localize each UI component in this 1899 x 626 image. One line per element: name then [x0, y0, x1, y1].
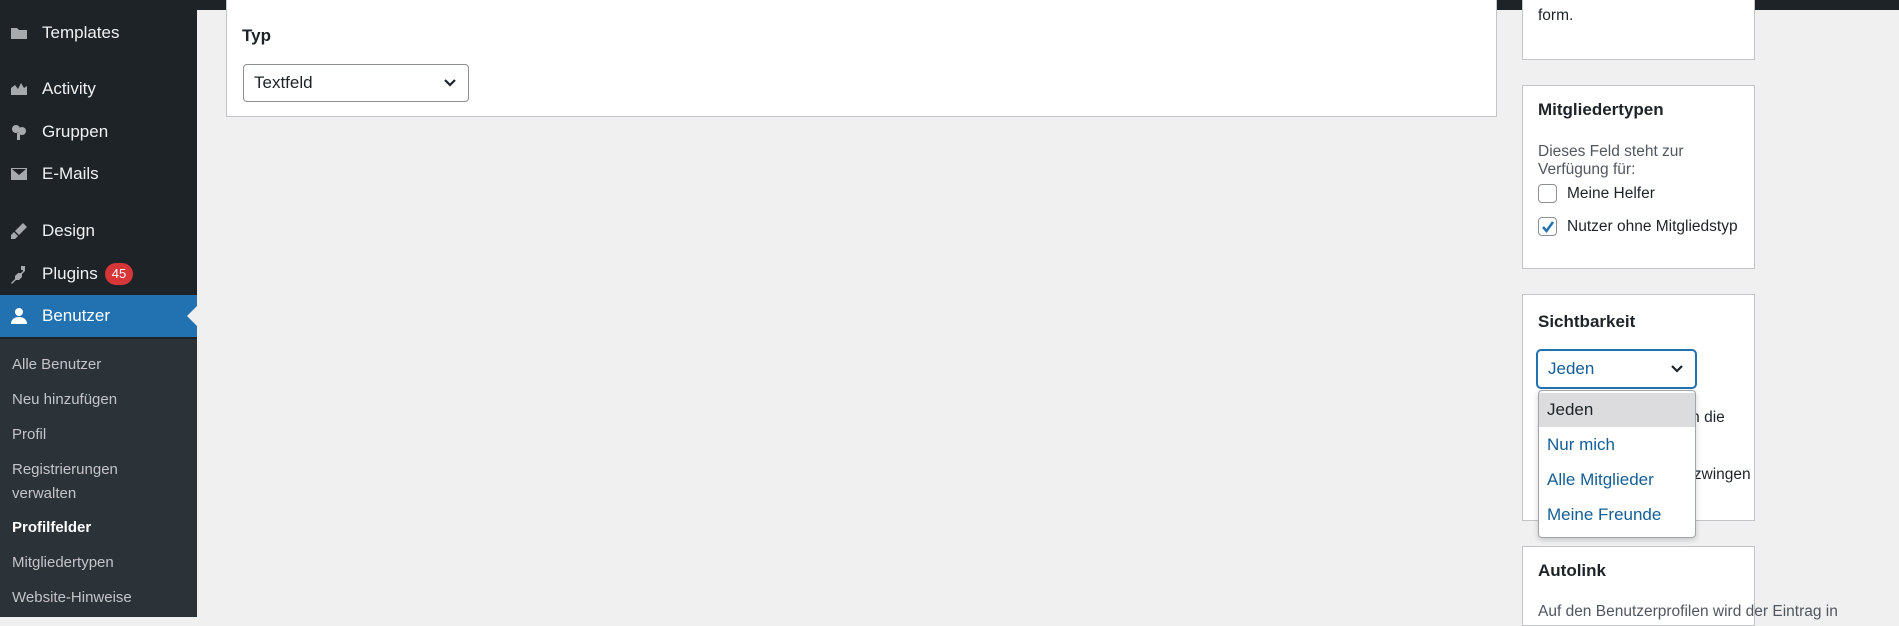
- chevron-down-icon: [1669, 361, 1685, 377]
- sidebar-item-plugins[interactable]: Plugins 45: [0, 253, 197, 295]
- field-type-select[interactable]: Textfeld: [243, 64, 469, 102]
- visibility-title: Sichtbarkeit: [1538, 312, 1636, 331]
- sidebar-item-label: Gruppen: [42, 122, 109, 141]
- chevron-down-icon: [442, 75, 458, 91]
- visibility-select[interactable]: Jeden: [1537, 350, 1696, 388]
- member-types-description: Dieses Feld steht zur Verfügung für:: [1538, 143, 1684, 178]
- sidebar-item-label: E-Mails: [42, 164, 99, 183]
- paintbrush-icon: [9, 221, 29, 241]
- requirement-panel: form.: [1522, 0, 1755, 60]
- typ-heading: Typ: [242, 26, 271, 45]
- field-type-box: Typ Textfeld: [226, 0, 1497, 117]
- member-types-panel: Mitgliedertypen Dieses Feld steht zur Ve…: [1522, 85, 1755, 269]
- plugin-update-count-badge: 45: [104, 263, 134, 285]
- activity-icon: [9, 79, 29, 99]
- field-type-select-value: Textfeld: [254, 73, 313, 92]
- checkmark-icon: [1542, 221, 1555, 234]
- visibility-select-value: Jeden: [1548, 359, 1595, 378]
- visibility-option-alle-mitglieder[interactable]: Alle Mitglieder: [1539, 463, 1695, 497]
- sidebar-item-templates[interactable]: Templates: [0, 12, 197, 54]
- submenu-item-profil[interactable]: Profil: [12, 423, 192, 447]
- member-types-title: Mitgliedertypen: [1538, 100, 1664, 119]
- checkbox[interactable]: [1538, 184, 1557, 203]
- member-type-option-nutzer-ohne-mitgliedstyp[interactable]: Nutzer ohne Mitgliedstyp: [1538, 217, 1738, 236]
- submenu-item-mitgliedertypen[interactable]: Mitgliedertypen: [12, 551, 192, 575]
- visibility-dropdown-list: Jeden Nur mich Alle Mitglieder Meine Fre…: [1538, 390, 1696, 538]
- member-type-option-meine-helfer[interactable]: Meine Helfer: [1538, 184, 1655, 203]
- sidebar-item-activity[interactable]: Activity: [0, 68, 197, 110]
- submenu-item-profilfelder[interactable]: Profilfelder: [12, 516, 192, 540]
- admin-sidebar: Templates Activity Gruppen E-Mails Desig…: [0, 0, 197, 617]
- checkbox-checked[interactable]: [1538, 217, 1557, 236]
- sidebar-item-design[interactable]: Design: [0, 210, 197, 252]
- folder-icon: [9, 23, 29, 43]
- member-type-label: Nutzer ohne Mitgliedstyp: [1567, 217, 1738, 235]
- sidebar-item-benutzer[interactable]: Benutzer: [0, 295, 197, 337]
- user-icon: [9, 306, 29, 326]
- requirement-panel-text: form.: [1538, 7, 1574, 24]
- groups-icon: [9, 122, 29, 142]
- visibility-option-jeden[interactable]: Jeden: [1539, 393, 1695, 427]
- autolink-title: Autolink: [1538, 561, 1606, 580]
- sidebar-item-label: Templates: [42, 23, 120, 42]
- member-type-label: Meine Helfer: [1567, 184, 1655, 202]
- benutzer-submenu: Alle Benutzer Neu hinzufügen Profil Regi…: [0, 339, 197, 617]
- submenu-item-registrierungen-verwalten[interactable]: Registrierungen verwalten: [12, 458, 142, 506]
- autolink-panel: Autolink Auf den Benutzerprofilen wird d…: [1522, 546, 1838, 626]
- submenu-item-neu-hinzufuegen[interactable]: Neu hinzufügen: [12, 388, 192, 412]
- sidebar-item-label: Benutzer: [42, 306, 111, 325]
- email-icon: [9, 164, 29, 184]
- sidebar-item-label: Activity: [42, 79, 96, 98]
- visibility-option-nur-mich[interactable]: Nur mich: [1539, 428, 1695, 462]
- submenu-item-alle-benutzer[interactable]: Alle Benutzer: [12, 353, 192, 377]
- sidebar-item-label: Plugins: [42, 264, 98, 283]
- visibility-option-meine-freunde[interactable]: Meine Freunde: [1539, 498, 1695, 532]
- sidebar-item-emails[interactable]: E-Mails: [0, 153, 197, 195]
- autolink-description: Auf den Benutzerprofilen wird der Eintra…: [1538, 603, 1838, 620]
- submenu-item-website-hinweise[interactable]: Website-Hinweise: [12, 586, 192, 610]
- sidebar-item-label: Design: [42, 221, 95, 240]
- sidebar-item-gruppen[interactable]: Gruppen: [0, 111, 197, 153]
- plugin-icon: [9, 264, 29, 284]
